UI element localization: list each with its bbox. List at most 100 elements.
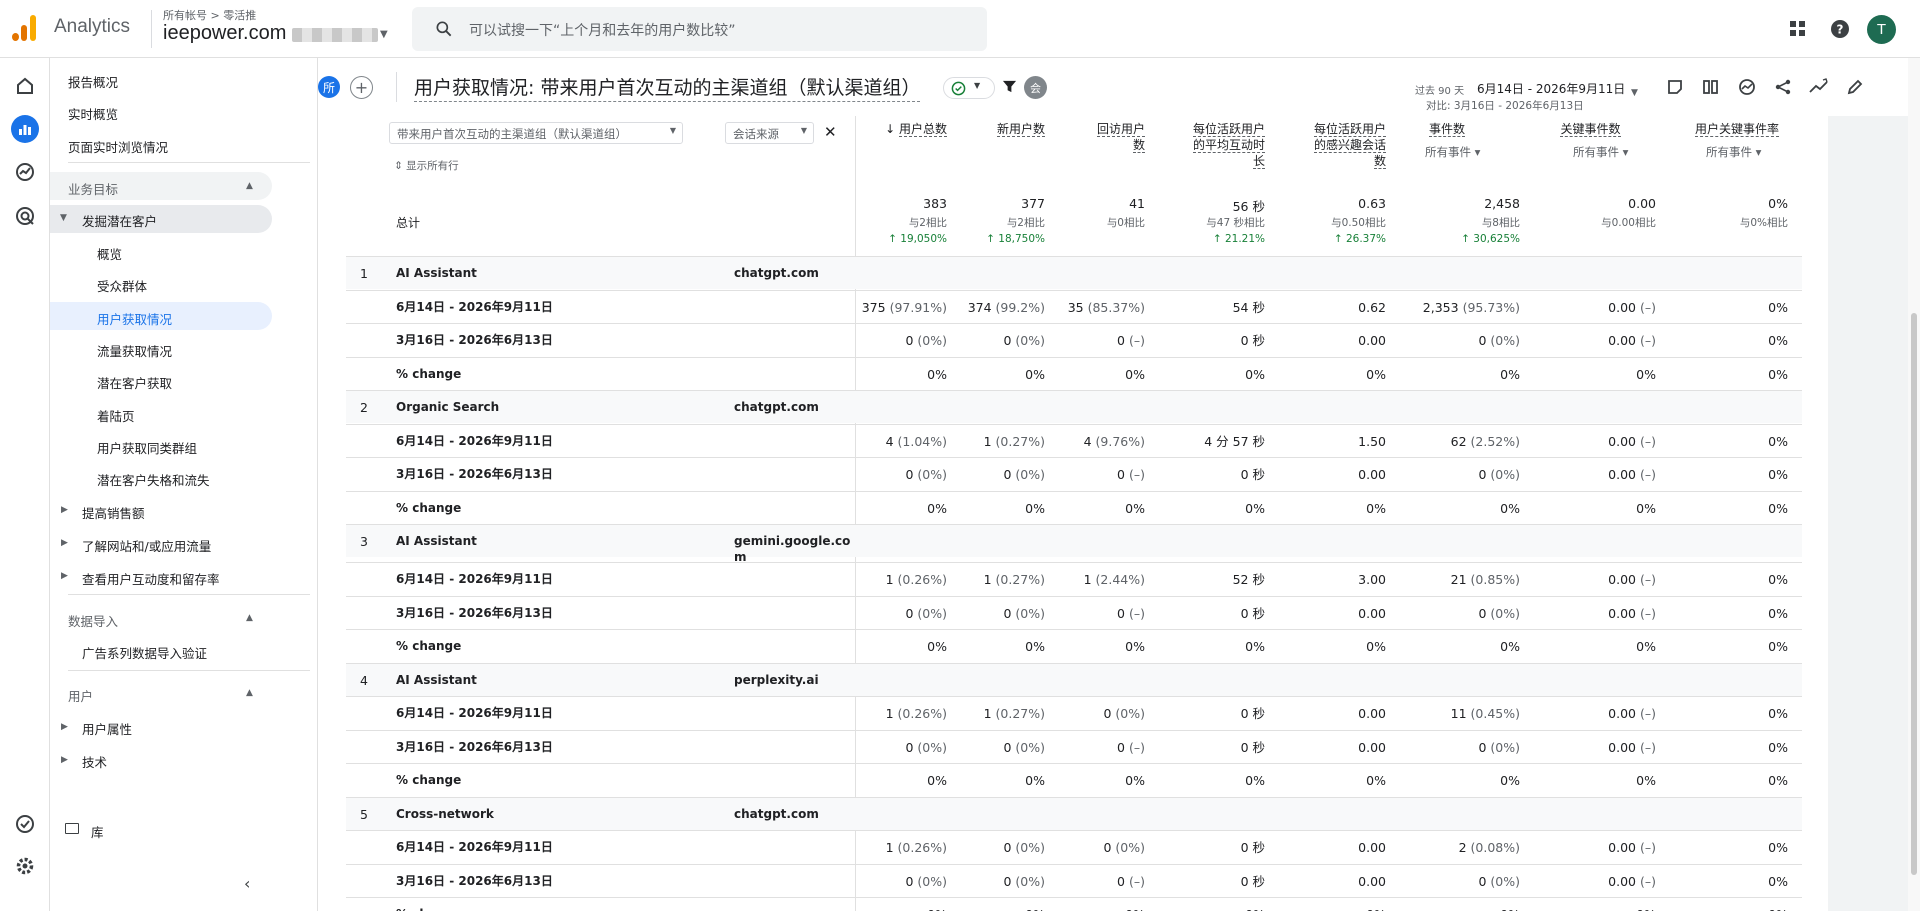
search-input[interactable]: 可以试搜一下“上个月和去年的用户数比较” bbox=[412, 7, 987, 51]
channel-name[interactable]: AI Assistant bbox=[396, 257, 477, 290]
chevron-down-icon[interactable]: ▼ bbox=[380, 29, 388, 40]
chevron-up-icon[interactable]: ▲ bbox=[246, 613, 253, 623]
source-name[interactable]: chatgpt.com bbox=[734, 798, 819, 831]
advertising-icon[interactable] bbox=[11, 202, 39, 230]
chevron-down-icon[interactable]: ▼ bbox=[60, 213, 67, 223]
date-compare[interactable]: 对比: 3月16日 - 2026年6月13日 bbox=[1426, 98, 1584, 113]
sidebar-item-understand-traffic[interactable]: 了解网站和/或应用流量 bbox=[82, 536, 211, 555]
total-growth: ↑ 30,625% bbox=[1461, 233, 1520, 245]
date-preset-label[interactable]: 过去 90 天 bbox=[1415, 82, 1464, 97]
segment-chip[interactable]: 会 bbox=[1024, 76, 1047, 99]
status-badge[interactable]: ▼ bbox=[943, 77, 995, 99]
table-group-row[interactable]: 2 Organic Search chatgpt.com bbox=[346, 390, 1802, 423]
sidebar-item-traffic-acquisition[interactable]: 流量获取情况 bbox=[97, 341, 172, 360]
sidebar-item-generate-leads[interactable]: 发掘潜在客户 bbox=[82, 211, 157, 230]
event-filter-dropdown[interactable]: 所有事件 ▾ bbox=[1425, 144, 1510, 160]
analytics-logo-icon[interactable] bbox=[12, 15, 38, 41]
channel-name[interactable]: AI Assistant bbox=[396, 525, 477, 558]
comparison-chip-all[interactable]: 所 bbox=[318, 76, 340, 98]
chevron-right-icon[interactable]: ▶ bbox=[61, 571, 68, 581]
column-header-total-users[interactable]: ↓ 用户总数 bbox=[865, 121, 947, 137]
sidebar-item-audience[interactable]: 受众群体 bbox=[97, 276, 147, 295]
chevron-right-icon[interactable]: ▶ bbox=[61, 722, 68, 732]
chevron-up-icon[interactable]: ▲ bbox=[246, 181, 253, 191]
sidebar-item-library[interactable]: 库 bbox=[91, 822, 104, 841]
admin-check-icon[interactable] bbox=[11, 810, 39, 838]
secondary-dimension-dropdown[interactable]: 会话来源 ▼ bbox=[725, 122, 814, 144]
account-selector[interactable]: ieepower.com bbox=[163, 22, 286, 45]
chevron-up-icon[interactable]: ▲ bbox=[246, 688, 253, 698]
column-header-key-event-rate[interactable]: 用户关键事件率 bbox=[1685, 121, 1789, 137]
sidebar-section-business-goals[interactable]: 业务目标 bbox=[68, 179, 118, 198]
chevron-right-icon[interactable]: ▶ bbox=[61, 505, 68, 515]
column-header-avg-engagement[interactable]: 每位活跃用户 的平均互动时 长 bbox=[1150, 121, 1265, 169]
cell-percent: (0%) bbox=[1490, 873, 1520, 889]
show-all-rows-button[interactable]: ⇕ 显示所有行 bbox=[394, 158, 459, 173]
gear-icon[interactable] bbox=[11, 852, 39, 880]
sidebar-item-page-realtime[interactable]: 页面实时浏览情况 bbox=[68, 137, 168, 156]
sidebar-item-increase-sales[interactable]: 提高销售额 bbox=[82, 503, 145, 522]
sidebar-item-cohort[interactable]: 用户获取同类群组 bbox=[97, 438, 197, 457]
channel-name[interactable]: AI Assistant bbox=[396, 664, 477, 697]
sidebar-item-report-overview[interactable]: 报告概况 bbox=[68, 72, 118, 91]
breadcrumb[interactable]: 所有帐号 > 零活推 bbox=[163, 7, 256, 23]
help-icon[interactable]: ? bbox=[1827, 16, 1853, 42]
sidebar-item-lead-disqualification[interactable]: 潜在客户失格和流失 bbox=[97, 470, 210, 489]
sidebar-item-user-attributes[interactable]: 用户属性 bbox=[82, 719, 132, 738]
share-icon[interactable] bbox=[1772, 76, 1794, 98]
primary-dimension-label: 带来用户首次互动的主渠道组（默认渠道组） bbox=[397, 127, 627, 141]
channel-name[interactable]: Organic Search bbox=[396, 391, 499, 424]
home-icon[interactable] bbox=[11, 72, 39, 100]
collapse-sidebar-icon[interactable]: ‹ bbox=[244, 874, 250, 893]
column-header-event-count[interactable]: 事件数 bbox=[1400, 121, 1494, 137]
table-group-row[interactable]: 1 AI Assistant chatgpt.com bbox=[346, 256, 1802, 289]
cell-value: 0% bbox=[1500, 500, 1520, 516]
table-cell: 0% bbox=[1150, 492, 1265, 525]
table-group-row[interactable]: 5 Cross-network chatgpt.com bbox=[346, 796, 1802, 831]
filter-icon[interactable] bbox=[1002, 79, 1017, 98]
chevron-down-icon[interactable]: ▼ bbox=[1631, 88, 1638, 98]
date-range[interactable]: 6月14日 - 2026年9月11日 bbox=[1477, 80, 1625, 97]
apps-grid-icon[interactable] bbox=[1785, 16, 1811, 42]
close-icon[interactable]: ✕ bbox=[824, 123, 837, 141]
edit-comparison-icon[interactable] bbox=[1664, 76, 1686, 98]
reports-icon[interactable] bbox=[11, 115, 39, 143]
insights-icon[interactable] bbox=[1736, 76, 1758, 98]
chevron-right-icon[interactable]: ▶ bbox=[61, 538, 68, 548]
key-event-filter-dropdown[interactable]: 所有事件 ▾ bbox=[1573, 144, 1658, 160]
column-header-engaged-sessions[interactable]: 每位活跃用户 的感兴趣会话 数 bbox=[1275, 121, 1386, 169]
sidebar-item-lead-acquisition[interactable]: 潜在客户获取 bbox=[97, 373, 172, 392]
page-title[interactable]: 用户获取情况: 带来用户首次互动的主渠道组（默认渠道组） bbox=[414, 73, 921, 102]
cell-value: 0.00 bbox=[1608, 605, 1636, 621]
avatar[interactable]: T bbox=[1867, 15, 1896, 44]
pencil-icon[interactable] bbox=[1844, 76, 1866, 98]
table-group-row[interactable]: 3 AI Assistant gemini.google.co m bbox=[346, 524, 1802, 564]
sidebar-item-tech[interactable]: 技术 bbox=[82, 752, 107, 771]
compare-icon[interactable] bbox=[1700, 76, 1722, 98]
rate-filter-dropdown[interactable]: 所有事件 ▾ bbox=[1706, 144, 1791, 160]
sidebar-item-engagement[interactable]: 查看用户互动度和留存率 bbox=[82, 569, 220, 588]
column-header-returning-users[interactable]: 回访用户 数 bbox=[1055, 121, 1145, 153]
explore-icon[interactable] bbox=[11, 158, 39, 186]
chevron-right-icon[interactable]: ▶ bbox=[61, 755, 68, 765]
sidebar-item-user-acquisition[interactable]: 用户获取情况 bbox=[97, 309, 172, 328]
table-group-row[interactable]: 4 AI Assistant perplexity.ai bbox=[346, 662, 1802, 697]
trend-icon[interactable] bbox=[1808, 76, 1830, 98]
cell-value: 0 bbox=[1117, 605, 1125, 621]
scrollbar-thumb[interactable] bbox=[1911, 313, 1917, 875]
column-header-key-events[interactable]: 关键事件数 bbox=[1540, 121, 1641, 137]
source-name[interactable]: perplexity.ai bbox=[734, 664, 819, 697]
column-header-new-users[interactable]: 新用户数 bbox=[955, 121, 1045, 137]
primary-dimension-dropdown[interactable]: 带来用户首次互动的主渠道组（默认渠道组） ▼ bbox=[389, 122, 683, 144]
sidebar-item-overview[interactable]: 概览 bbox=[97, 244, 122, 263]
sidebar-section-users[interactable]: 用户 bbox=[68, 686, 93, 705]
sidebar-section-data-import[interactable]: 数据导入 bbox=[68, 611, 118, 630]
add-comparison-button[interactable]: + bbox=[350, 76, 373, 99]
source-name[interactable]: chatgpt.com bbox=[734, 391, 819, 424]
sidebar-item-realtime[interactable]: 实时概览 bbox=[68, 104, 118, 123]
source-name[interactable]: chatgpt.com bbox=[734, 257, 819, 290]
sidebar-item-landing-page[interactable]: 着陆页 bbox=[97, 406, 135, 425]
cell-percent: (2.44%) bbox=[1095, 572, 1145, 587]
sidebar-item-campaign-import[interactable]: 广告系列数据导入验证 bbox=[82, 643, 207, 662]
channel-name[interactable]: Cross-network bbox=[396, 798, 494, 831]
